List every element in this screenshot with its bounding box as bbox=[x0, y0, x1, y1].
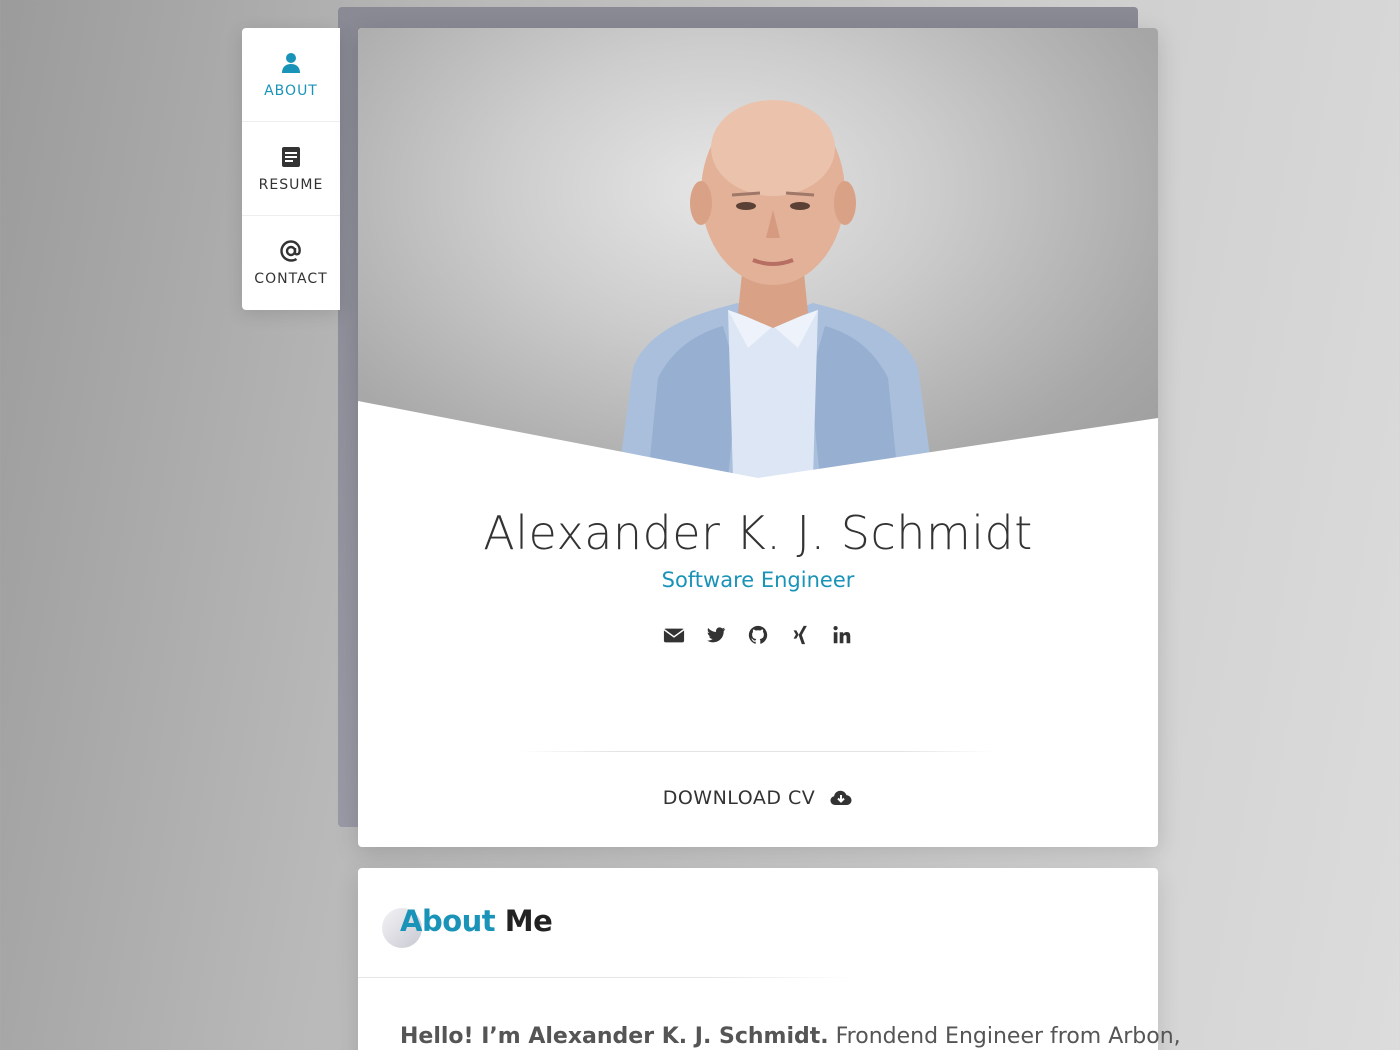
at-icon bbox=[280, 240, 301, 262]
github-icon[interactable] bbox=[747, 624, 769, 646]
linkedin-icon[interactable] bbox=[831, 624, 853, 646]
about-title: About Me bbox=[400, 904, 553, 938]
nav-label-about: ABOUT bbox=[264, 82, 318, 99]
social-links bbox=[358, 624, 1158, 646]
download-cv-button[interactable]: DOWNLOAD CV bbox=[358, 786, 1158, 810]
profile-name: Alexander K. J. Schmidt bbox=[483, 506, 1033, 560]
about-title-highlight: About bbox=[400, 904, 496, 938]
nav-item-resume[interactable]: RESUME bbox=[242, 122, 340, 216]
about-intro: Hello! I’m Alexander K. J. Schmidt. Fron… bbox=[400, 1024, 1181, 1049]
about-title-rest: Me bbox=[504, 904, 553, 938]
cloud-download-icon bbox=[830, 790, 852, 805]
user-icon bbox=[282, 52, 300, 73]
profile-role: Software Engineer bbox=[661, 568, 855, 592]
nav-item-about[interactable]: ABOUT bbox=[242, 28, 340, 122]
nav-label-contact: CONTACT bbox=[254, 271, 328, 287]
nav-item-contact[interactable]: CONTACT bbox=[242, 216, 340, 310]
about-intro-rest: Frondend Engineer from Arbon, bbox=[835, 1024, 1181, 1049]
hero-curve bbox=[358, 401, 1158, 498]
nav-label-resume: RESUME bbox=[258, 176, 324, 193]
document-icon bbox=[282, 146, 300, 167]
xing-icon[interactable] bbox=[789, 624, 811, 646]
download-cv-label: DOWNLOAD CV bbox=[662, 787, 816, 809]
envelope-icon[interactable] bbox=[663, 624, 685, 646]
twitter-icon[interactable] bbox=[705, 624, 727, 646]
about-card: About Me Hello! I’m Alexander K. J. Schm… bbox=[358, 868, 1181, 1050]
profile-card: Alexander K. J. Schmidt Software Enginee… bbox=[358, 28, 1158, 847]
about-divider bbox=[358, 977, 858, 978]
side-nav: ABOUT RESUME CONTACT bbox=[242, 28, 340, 310]
card-divider bbox=[518, 751, 998, 752]
about-intro-bold: Hello! I’m Alexander K. J. Schmidt. bbox=[400, 1024, 829, 1049]
